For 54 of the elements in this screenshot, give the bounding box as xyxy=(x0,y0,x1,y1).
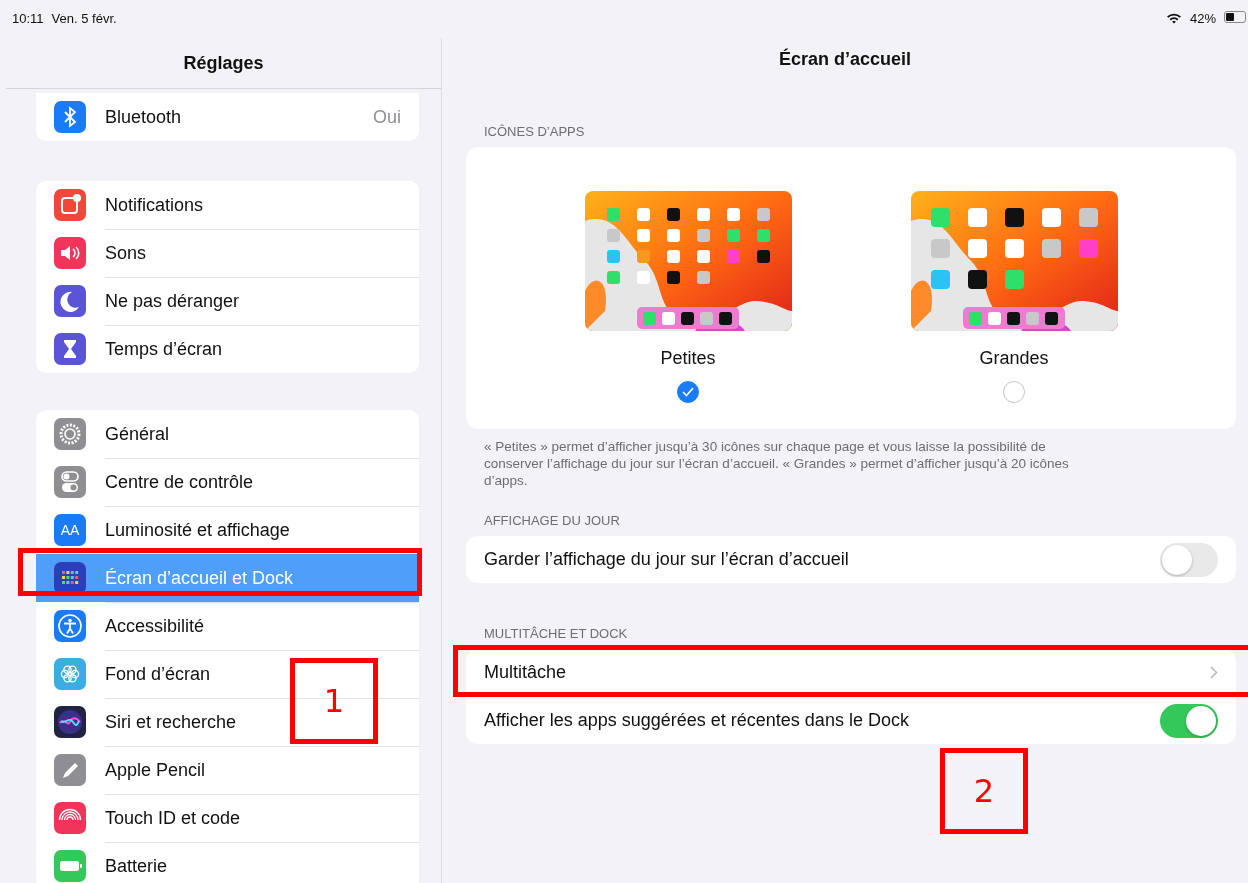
section-footer: « Petites » permet d’afficher jusqu’à 30 icônes sur chaque page et vous laisse la possibilité de conserver l’affichage du jour sur l’écran d’accueil. « Grandes » permet d’afficher jusqu’à 20 icônes d’apps. xyxy=(484,438,1084,489)
sidebar-item-label: Notifications xyxy=(105,194,204,216)
status-time: 10:11 xyxy=(12,11,44,26)
status-date: Ven. 5 févr. xyxy=(51,11,117,26)
sidebar-item-label: Temps d’écran xyxy=(105,339,223,360)
sidebar-item-label: Bluetooth xyxy=(105,106,182,128)
radio-button[interactable] xyxy=(677,381,699,403)
page-title: Écran d’accueil xyxy=(778,48,912,70)
sidebar-item-label: Luminosité et affichage xyxy=(105,520,290,541)
battery-icon xyxy=(1224,11,1246,23)
checkmark-icon xyxy=(682,387,694,397)
settings-row[interactable]: Garder l’affichage du jour sur l’écran d’accueil xyxy=(466,536,1236,583)
sidebar-item-label: Fond d’écran xyxy=(105,664,211,685)
sidebar-item-label: Touch ID et code xyxy=(105,808,241,829)
settings-row-label: Afficher les apps suggérées et récentes dans le Dock xyxy=(484,710,909,731)
sidebar-title: Réglages xyxy=(183,52,264,74)
callout-number: 2 xyxy=(940,748,1028,834)
sidebar-item[interactable]: Apple Pencil xyxy=(36,746,419,794)
chevron-icon xyxy=(1210,666,1218,679)
sidebar-item[interactable]: Général xyxy=(36,410,419,458)
settings-row[interactable]: Afficher les apps suggérées et récentes dans le Dock xyxy=(466,696,1236,744)
settings-row[interactable]: Multitâche xyxy=(466,649,1236,696)
sidebar-item-label: Sons xyxy=(105,243,147,264)
icon-size-option-label: Petites xyxy=(660,348,716,369)
sidebar-item-label: Batterie xyxy=(105,856,168,877)
sidebar-item[interactable]: Notifications xyxy=(36,181,419,229)
sidebar-item-value: Oui xyxy=(373,106,401,128)
sidebar-item-label: Écran d’accueil et Dock xyxy=(105,568,294,589)
sidebar-item-label: Ne pas déranger xyxy=(105,291,240,312)
text-icon: AA xyxy=(54,514,86,546)
sidebar-item-label: Accessibilité xyxy=(105,616,205,637)
sidebar-item-label: Centre de contrôle xyxy=(105,472,254,493)
toggle-switch[interactable] xyxy=(1160,542,1218,577)
sidebar-item-label: Siri et recherche xyxy=(105,712,237,733)
settings-row-label: Multitâche xyxy=(484,662,567,683)
sidebar-item[interactable]: Batterie xyxy=(36,842,419,883)
sidebar-item[interactable]: Touch ID et code xyxy=(36,794,419,842)
sidebar-item[interactable]: Sons xyxy=(36,229,419,277)
sidebar-item[interactable]: Temps d’écran xyxy=(36,325,419,373)
sidebar-item-label: Général xyxy=(105,423,170,445)
settings-row-label: Garder l’affichage du jour sur l’écran d’accueil xyxy=(484,549,849,570)
toggle-switch[interactable] xyxy=(1160,703,1218,738)
sidebar-item[interactable]: Ne pas déranger xyxy=(36,277,419,325)
sidebar-item[interactable]: Accessibilité xyxy=(36,602,419,650)
section-header: ICÔNES D’APPS xyxy=(483,123,586,141)
wifi-icon xyxy=(1165,12,1182,24)
section-header: AFFICHAGE DU JOUR xyxy=(483,512,621,530)
battery-percentage: 42% xyxy=(1189,11,1216,26)
sidebar-item[interactable]: Centre de contrôle xyxy=(36,458,419,506)
callout-number: 1 xyxy=(290,658,378,744)
sidebar-item[interactable]: Bluetooth Oui xyxy=(36,93,419,141)
section-header: MULTITÂCHE ET DOCK xyxy=(483,625,629,643)
sidebar-item-label: Apple Pencil xyxy=(105,760,206,781)
icon-size-option-label: Grandes xyxy=(979,348,1049,369)
